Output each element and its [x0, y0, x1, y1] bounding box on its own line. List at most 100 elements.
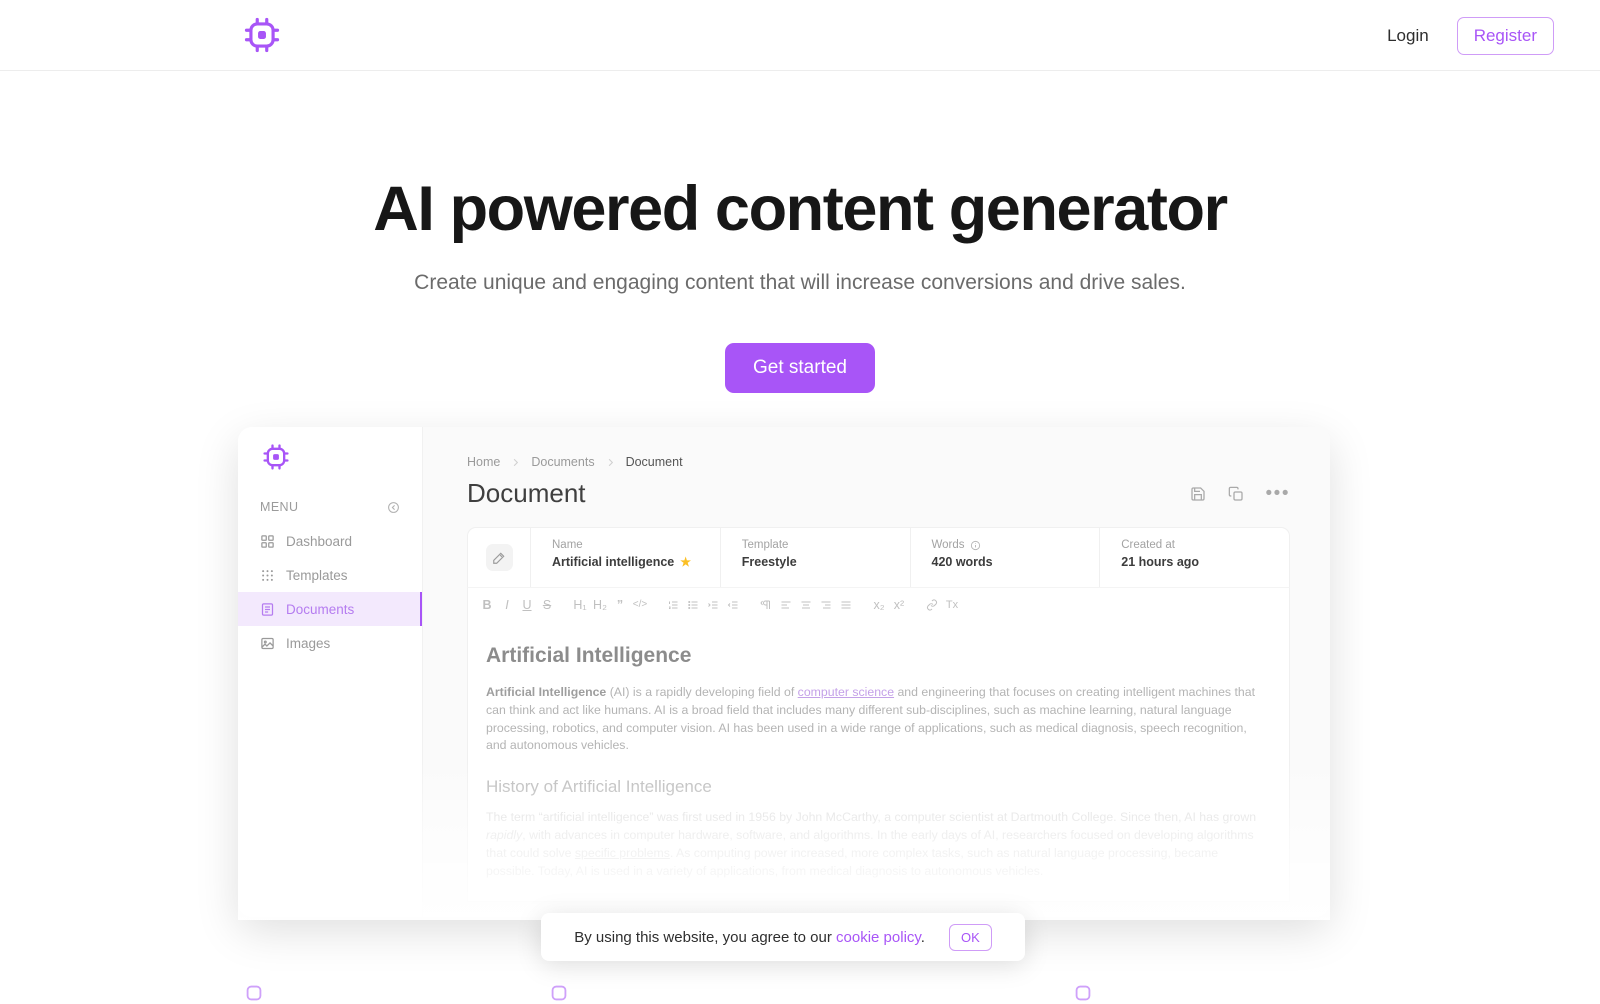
breadcrumb-item-home[interactable]: Home	[467, 455, 500, 469]
sidebar-item-dashboard[interactable]: Dashboard	[238, 524, 422, 558]
hero-section: AI powered content generator Create uniq…	[0, 71, 1600, 394]
heading-2-icon[interactable]: H₂	[590, 599, 610, 612]
document-icon	[261, 602, 274, 616]
indent-icon[interactable]	[703, 599, 723, 612]
clear-format-icon[interactable]: Tx	[942, 599, 962, 611]
sidebar-item-label: Templates	[286, 567, 348, 583]
meta-field-value: 21 hours ago	[1121, 555, 1200, 569]
app-sidebar-logo[interactable]	[262, 443, 290, 471]
editor-paragraph-2-emphasis: rapidly	[486, 828, 523, 843]
align-center-icon[interactable]	[796, 599, 816, 612]
document-meta-card: Name Artificial intelligence ★ Template …	[467, 527, 1290, 587]
brand-logo[interactable]	[243, 16, 281, 54]
top-navigation-bar: Login Register	[0, 0, 1600, 71]
login-link[interactable]: Login	[1381, 22, 1435, 50]
superscript-icon[interactable]: x²	[889, 599, 909, 612]
cpu-chip-icon	[263, 444, 289, 470]
cookie-banner-text: By using this website, you agree to our …	[574, 929, 925, 946]
image-icon	[261, 637, 274, 649]
align-left-icon[interactable]	[776, 599, 796, 612]
editor-paragraph-1-lead: Artificial Intelligence	[486, 685, 607, 699]
page-title: AI powered content generator	[373, 174, 1228, 244]
link-icon[interactable]	[922, 599, 942, 612]
ordered-list-icon[interactable]	[663, 599, 683, 612]
editor-paragraph-2: The term “artificial intelligence” was f…	[486, 809, 1263, 880]
star-icon[interactable]: ★	[680, 555, 691, 569]
sidebar-item-label: Documents	[286, 601, 355, 617]
editor-paragraph-2-underline: specific problems	[574, 845, 670, 860]
grid-icon	[261, 534, 274, 548]
italic-icon[interactable]: I	[497, 599, 517, 612]
app-sidebar: MENU Dashboard Templates Documents Image…	[238, 427, 423, 917]
sidebar-item-documents[interactable]: Documents	[238, 592, 422, 626]
nav-actions: Login Register	[1381, 0, 1554, 71]
breadcrumb: Home Documents Document	[467, 455, 1290, 469]
cookie-policy-link[interactable]: cookie policy	[836, 929, 921, 946]
below-fold-peek	[0, 980, 1600, 1001]
meta-field-words: Words 420 words	[909, 528, 1100, 587]
sidebar-menu-header: MENU	[260, 500, 400, 514]
get-started-button[interactable]: Get started	[725, 343, 875, 394]
meta-field-value: Artificial intelligence	[552, 555, 675, 569]
meta-field-value: Freestyle	[741, 555, 797, 569]
document-actions: •••	[1190, 484, 1290, 503]
blockquote-icon[interactable]: ”	[610, 599, 630, 612]
subscript-icon[interactable]: x₂	[869, 599, 889, 612]
editor-paragraph-1-text-a: (AI) is a rapidly developing field of	[606, 685, 798, 699]
dots-grid-icon	[262, 569, 273, 581]
register-button[interactable]: Register	[1456, 16, 1554, 55]
cookie-consent-banner: By using this website, you agree to our …	[541, 913, 1025, 961]
cookie-text-before: By using this website, you agree to our	[574, 928, 837, 946]
outdent-icon[interactable]	[723, 599, 743, 612]
strikethrough-icon[interactable]: S	[537, 599, 557, 612]
sidebar-item-label: Dashboard	[286, 533, 353, 549]
cpu-chip-icon	[551, 985, 567, 1001]
document-editor-body[interactable]: Artificial Intelligence Artificial Intel…	[467, 622, 1290, 902]
meta-field-key-row: Words	[932, 539, 1100, 551]
copy-icon[interactable]	[1228, 486, 1244, 502]
cookie-text-after: .	[920, 928, 925, 946]
breadcrumb-item-documents[interactable]: Documents	[531, 455, 594, 469]
app-preview-screenshot: MENU Dashboard Templates Documents Image…	[238, 427, 1330, 917]
text-direction-icon[interactable]	[756, 599, 776, 612]
meta-edit-cell	[468, 528, 530, 587]
editor-toolbar: B I U S H₁ H₂ ” </> x₂ x² Tx	[467, 587, 1290, 622]
cookie-ok-button[interactable]: OK	[948, 923, 992, 951]
meta-field-key: Template	[741, 539, 789, 551]
meta-field-created-at: Created at 21 hours ago	[1099, 528, 1289, 587]
document-header-row: Document •••	[467, 478, 1290, 509]
meta-field-key: Name	[552, 539, 583, 551]
sidebar-item-templates[interactable]: Templates	[238, 558, 422, 592]
underline-icon[interactable]: U	[517, 599, 537, 612]
align-justify-icon[interactable]	[836, 599, 856, 612]
align-right-icon[interactable]	[816, 599, 836, 612]
meta-field-name: Name Artificial intelligence ★	[530, 528, 720, 587]
chevron-right-icon	[608, 458, 613, 466]
magic-wand-icon	[493, 552, 505, 564]
editor-paragraph-2-text-a: The term “artificial intelligence” was f…	[486, 810, 1257, 825]
document-title: Document	[467, 478, 586, 508]
editor-paragraph-1: Artificial Intelligence (AI) is a rapidl…	[486, 684, 1263, 755]
save-icon[interactable]	[1190, 486, 1206, 502]
chevron-right-icon	[514, 458, 519, 466]
editor-heading-2: History of Artificial Intelligence	[486, 777, 712, 797]
sidebar-menu-label: MENU	[260, 500, 299, 514]
cpu-chip-icon	[244, 17, 280, 53]
cpu-chip-icon	[1075, 985, 1091, 1001]
meta-field-value-row: Artificial intelligence ★	[552, 555, 720, 569]
more-icon[interactable]: •••	[1266, 484, 1290, 503]
app-main-panel: Home Documents Document Document ••• Nam…	[423, 427, 1330, 917]
code-block-icon[interactable]: </>	[630, 600, 650, 610]
info-icon[interactable]	[970, 540, 981, 551]
meta-field-key: Words	[931, 539, 965, 551]
computer-science-link[interactable]: computer science	[798, 685, 894, 699]
bullet-list-icon[interactable]	[683, 599, 703, 612]
edit-name-button[interactable]	[485, 544, 513, 571]
bold-icon[interactable]: B	[477, 599, 497, 612]
cpu-chip-icon	[246, 985, 262, 1001]
collapse-icon[interactable]	[387, 501, 400, 514]
heading-1-icon[interactable]: H₁	[570, 599, 590, 612]
breadcrumb-item-document: Document	[625, 455, 683, 469]
cta-wrapper: Get started	[0, 343, 1600, 394]
sidebar-item-images[interactable]: Images	[238, 626, 422, 660]
